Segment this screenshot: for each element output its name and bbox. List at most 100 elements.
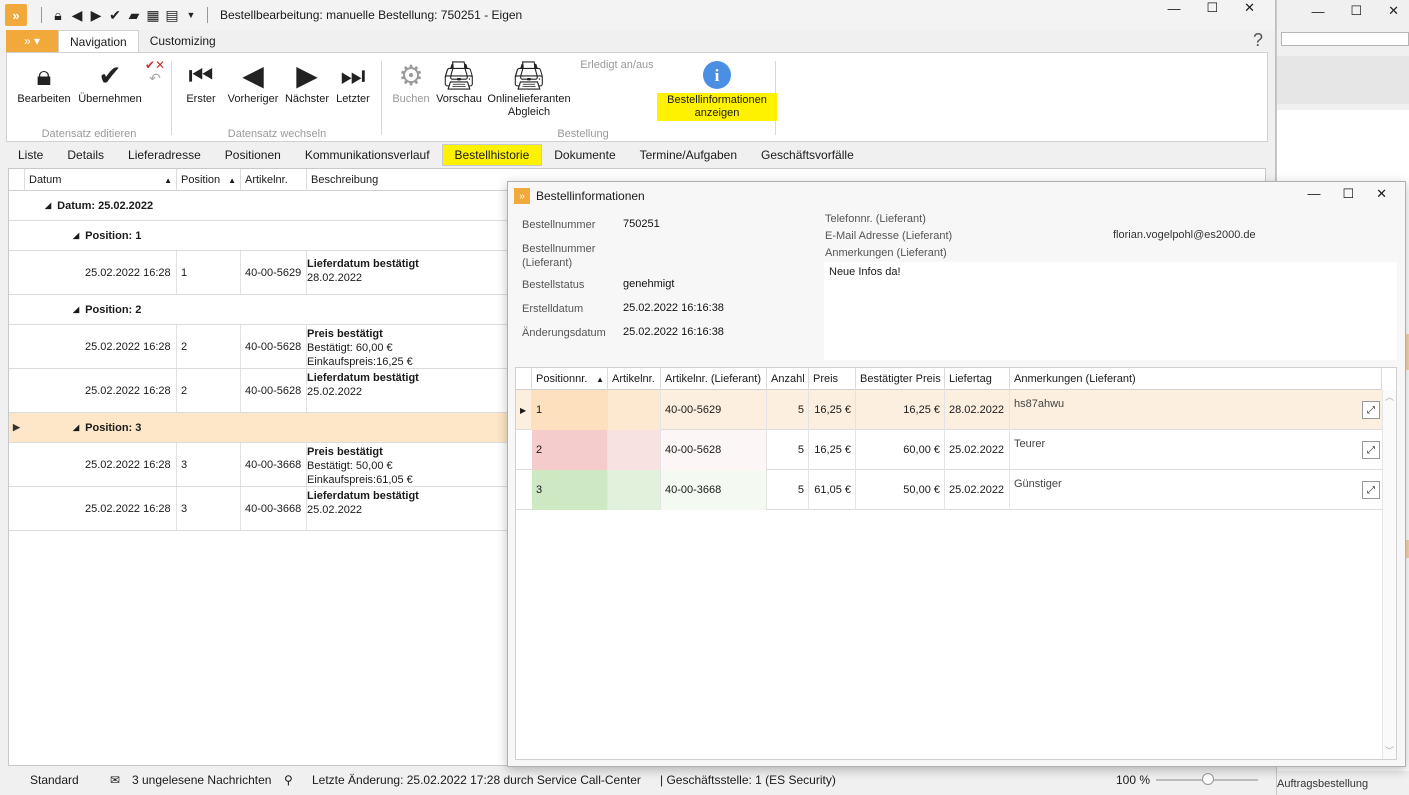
group-label: ◢ Position: 2 [73, 295, 141, 324]
first-record-button[interactable]: ⏮ Erster [179, 57, 223, 106]
scroll-down-icon[interactable]: ﹀ [1383, 744, 1396, 757]
discard-button[interactable]: ✔✕ ↶ [145, 59, 165, 86]
ribbon-tabs: » ▾ Navigation Customizing ? [0, 30, 1275, 52]
collapse-icon[interactable]: ◢ [73, 231, 79, 240]
last-change-text: Letzte Änderung: 25.02.2022 17:28 durch … [312, 773, 641, 787]
previous-record-label: Vorheriger [227, 93, 279, 105]
table-row-selected[interactable]: ▶ 1 40-00-5629 5 16,25 € 16,25 € 28.02.2… [516, 390, 1382, 430]
cell-bestaetigter-preis: 16,25 € [856, 390, 945, 430]
chat-icon[interactable]: ▰ [127, 7, 141, 24]
cell-liefertag: 28.02.2022 [945, 390, 1010, 430]
collapse-icon[interactable]: ◢ [45, 201, 51, 210]
column-header-anzahl[interactable]: Anzahl [767, 368, 809, 390]
minimize-icon[interactable]: — [1167, 1, 1180, 16]
search-icon[interactable]: ⚲ [284, 773, 293, 787]
lock-icon[interactable]: 🔒︎ [51, 7, 65, 24]
minimize-icon[interactable]: — [1307, 186, 1320, 202]
description-line: 25.02.2022 [307, 504, 363, 516]
done-toggle-button[interactable]: Erledigt an/aus [573, 59, 661, 72]
date-group-label: Datum: 25.02.2022 [57, 199, 154, 212]
divider [775, 61, 776, 135]
app-menu-button[interactable]: » ▾ [6, 30, 58, 52]
edit-button[interactable]: 🔒︎ Bearbeiten [13, 57, 75, 106]
expand-icon[interactable]: ⤢ [1362, 441, 1380, 459]
window-controls: — ☐ ✕ [1167, 0, 1255, 16]
status-mode[interactable]: Standard [30, 773, 79, 787]
maximize-icon[interactable]: ☐ [1206, 0, 1218, 16]
background-input[interactable] [1281, 32, 1409, 46]
close-icon[interactable]: ✕ [1376, 186, 1387, 202]
check-icon: ✔ [98, 59, 122, 91]
zoom-slider-handle[interactable] [1202, 773, 1214, 785]
last-record-button[interactable]: ⏭ Letzter [333, 57, 373, 106]
tab-liste[interactable]: Liste [6, 144, 55, 166]
table-row[interactable]: 2 40-00-5628 5 16,25 € 60,00 € 25.02.202… [516, 430, 1382, 470]
tab-geschaeftsvorfaelle[interactable]: Geschäftsvorfälle [749, 144, 866, 166]
column-header-artikel[interactable]: Artikelnr. [241, 169, 307, 191]
close-icon[interactable]: ✕ [1388, 3, 1399, 19]
chevron-down-icon[interactable]: ▼ [184, 10, 198, 20]
column-header-liefertag[interactable]: Liefertag [945, 368, 1010, 390]
tab-lieferadresse[interactable]: Lieferadresse [116, 144, 213, 166]
tab-kommunikationsverlauf[interactable]: Kommunikationsverlauf [293, 144, 442, 166]
book-button[interactable]: ⚙ Buchen [389, 57, 433, 106]
column-header-positionnr[interactable]: Positionnr. ▲ [532, 368, 608, 390]
show-order-info-button[interactable]: i Bestellinformationen anzeigen [657, 57, 777, 121]
tab-customizing[interactable]: Customizing [139, 30, 227, 52]
collapse-icon[interactable]: ◢ [73, 423, 79, 432]
arrow-right-icon[interactable]: ▶ [89, 7, 103, 24]
online-supplier-label-2: Abgleich [507, 106, 551, 118]
maximize-icon[interactable]: ☐ [1350, 3, 1362, 19]
tab-dokumente[interactable]: Dokumente [542, 144, 627, 166]
cell-beschreibung: Preis bestätigt Bestätigt: 60,00 € Einka… [307, 327, 413, 369]
window-title: Bestellbearbeitung: manuelle Bestellung:… [220, 8, 523, 22]
expand-icon[interactable]: ⤢ [1362, 481, 1380, 499]
column-header-preis[interactable]: Preis [809, 368, 856, 390]
book-button-label: Buchen [392, 93, 430, 105]
close-icon[interactable]: ✕ [1244, 0, 1255, 16]
app-logo-icon[interactable]: » [5, 4, 27, 26]
value-order-status: genehmigt [623, 278, 675, 290]
minimize-icon[interactable]: — [1311, 4, 1324, 19]
row-pointer-icon: ▶ [13, 422, 20, 432]
document-icon[interactable]: ▤ [165, 7, 179, 24]
notes-field[interactable]: Neue Infos da! [824, 262, 1397, 360]
apply-button[interactable]: ✔ Übernehmen [75, 57, 145, 106]
tab-details[interactable]: Details [55, 144, 116, 166]
position-group-label: Position: 1 [85, 229, 142, 242]
table-row[interactable]: 3 40-00-3668 5 61,05 € 50,00 € 25.02.202… [516, 470, 1382, 510]
scroll-up-icon[interactable]: ︿ [1383, 390, 1396, 403]
online-supplier-sync-button[interactable]: 🖨︎ Onlinelieferanten Abgleich [485, 57, 573, 119]
preview-button[interactable]: 🖨︎ Vorschau [433, 57, 485, 106]
envelope-icon[interactable]: ✉ [110, 773, 120, 787]
label-phone: Telefonnr. (Lieferant) [825, 213, 926, 225]
column-header-artikelnr[interactable]: Artikelnr. [608, 368, 661, 390]
tab-bestellhistorie[interactable]: Bestellhistorie [441, 144, 543, 166]
tab-termine[interactable]: Termine/Aufgaben [628, 144, 749, 166]
arrow-left-icon[interactable]: ◀ [70, 7, 84, 24]
background-status-text: Auftragsbestellung [1277, 778, 1369, 790]
positions-grid: Positionnr. ▲ Artikelnr. Artikelnr. (Lie… [515, 367, 1397, 760]
next-record-label: Nächster [284, 93, 330, 105]
column-header-anmerkungen[interactable]: Anmerkungen (Lieferant) [1010, 368, 1382, 390]
calendar-icon[interactable]: ▦ [146, 7, 160, 24]
collapse-icon[interactable]: ◢ [73, 305, 79, 314]
divider [381, 61, 382, 135]
previous-record-button[interactable]: ◀ Vorheriger [225, 57, 281, 106]
check-icon[interactable]: ✔ [108, 7, 122, 24]
next-record-button[interactable]: ▶ Nächster [283, 57, 331, 106]
tab-navigation[interactable]: Navigation [58, 30, 139, 52]
column-header-position[interactable]: Position ▲ [177, 169, 241, 191]
info-icon: i [703, 57, 731, 93]
label-email: E-Mail Adresse (Lieferant) [825, 230, 953, 242]
help-icon[interactable]: ? [1253, 30, 1263, 51]
vertical-scrollbar[interactable]: ︿ ﹀ [1382, 390, 1396, 759]
unread-messages[interactable]: 3 ungelesene Nachrichten [132, 773, 271, 787]
tab-positionen[interactable]: Positionen [213, 144, 293, 166]
cell-anzahl: 5 [767, 390, 809, 430]
expand-icon[interactable]: ⤢ [1362, 401, 1380, 419]
column-header-artikelnr-lieferant[interactable]: Artikelnr. (Lieferant) [661, 368, 767, 390]
column-header-bestaetigter-preis[interactable]: Bestätigter Preis [856, 368, 945, 390]
maximize-icon[interactable]: ☐ [1342, 186, 1354, 202]
column-header-datum[interactable]: Datum ▲ [25, 169, 177, 191]
